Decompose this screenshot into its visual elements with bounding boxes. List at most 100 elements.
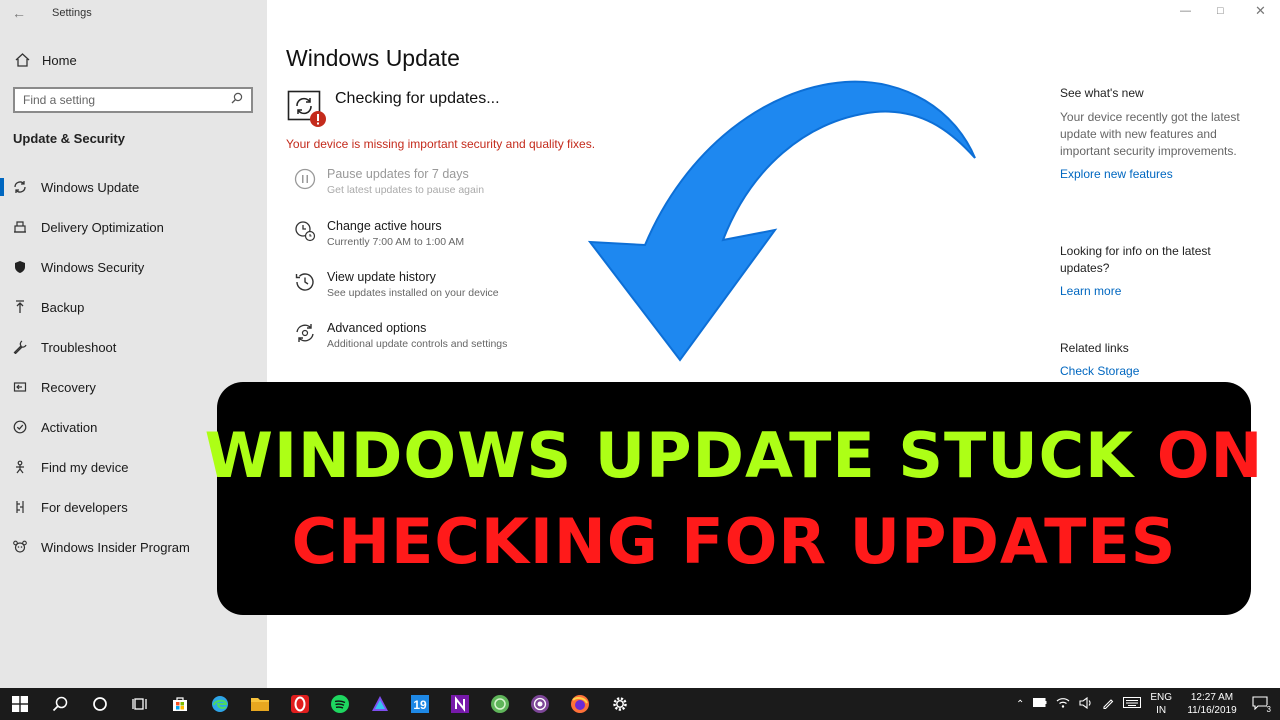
delivery-icon — [12, 219, 28, 235]
sidebar-item-windows-security[interactable]: Windows Security — [0, 247, 267, 287]
back-arrow-icon[interactable]: ← — [12, 5, 26, 21]
language-region: IN — [1156, 705, 1167, 716]
sync-icon — [12, 179, 28, 195]
clock-date: 11/16/2019 — [1187, 705, 1237, 716]
keyboard-icon[interactable] — [1123, 697, 1142, 711]
sidebar-item-label: Windows Insider Program — [41, 539, 190, 555]
windows-start-icon[interactable] — [0, 688, 40, 720]
sidebar-item-troubleshoot[interactable]: Troubleshoot — [0, 327, 267, 367]
option-subtitle: See updates installed on your device — [327, 287, 499, 299]
notification-center-icon[interactable]: 3 — [1252, 696, 1271, 714]
notification-count-badge: 3 — [1266, 705, 1271, 714]
system-tray: ⌃ ENG IN 12:27 AM 11/16/2019 3 — [1016, 688, 1280, 720]
explore-new-features-link[interactable]: Explore new features — [1060, 167, 1250, 181]
sidebar-item-delivery-optimization[interactable]: Delivery Optimization — [0, 207, 267, 247]
maximize-icon[interactable]: □ — [1217, 5, 1224, 17]
xbox-icon[interactable] — [480, 688, 520, 720]
related-links-heading: Related links — [1060, 341, 1129, 355]
language-code: ENG — [1150, 692, 1172, 703]
view-update-history-option[interactable]: View update history See updates installe… — [293, 270, 499, 301]
battery-icon[interactable] — [1033, 698, 1047, 710]
advanced-sync-icon — [293, 321, 317, 345]
sidebar-item-windows-update[interactable]: Windows Update — [0, 167, 267, 207]
pause-icon — [293, 167, 317, 191]
update-status-text: Checking for updates... — [335, 90, 500, 107]
banner-text-green: WINDOWS UPDATE STUCK — [204, 418, 1135, 492]
task-view-icon[interactable] — [120, 688, 160, 720]
update-status-icon — [287, 90, 326, 127]
related-links-section: Related links Check Storage — [1060, 340, 1250, 378]
warning-message: Your device is missing important securit… — [286, 137, 596, 151]
search-box[interactable] — [13, 87, 253, 113]
shield-icon — [12, 259, 28, 275]
chevron-up-icon[interactable]: ⌃ — [1016, 699, 1024, 710]
whats-new-section: See what's new Your device recently got … — [1060, 85, 1250, 181]
whats-new-heading: See what's new — [1060, 86, 1144, 100]
learn-more-link[interactable]: Learn more — [1060, 284, 1250, 298]
info-heading: Looking for info on the latest updates? — [1060, 244, 1211, 275]
change-active-hours-option[interactable]: Change active hours Currently 7:00 AM to… — [293, 219, 464, 250]
search-icon[interactable] — [231, 91, 243, 109]
option-subtitle: Currently 7:00 AM to 1:00 AM — [327, 236, 465, 248]
advanced-options-option[interactable]: Advanced options Additional update contr… — [293, 321, 507, 352]
sidebar-item-label: For developers — [41, 499, 128, 515]
home-icon — [14, 52, 30, 68]
option-subtitle: Get latest updates to pause again — [327, 184, 485, 196]
settings-gear-icon[interactable] — [600, 688, 640, 720]
sidebar-item-label: Windows Update — [41, 179, 140, 195]
cortana-icon[interactable] — [80, 688, 120, 720]
sidebar-item-label: Activation — [41, 419, 98, 435]
store-icon[interactable] — [160, 688, 200, 720]
home-label: Home — [42, 52, 77, 68]
firefox-icon[interactable] — [560, 688, 600, 720]
minimize-icon[interactable]: — — [1180, 5, 1191, 17]
home-link[interactable]: Home — [14, 52, 77, 68]
insider-icon — [12, 539, 28, 555]
sidebar-item-label: Find my device — [41, 459, 129, 475]
search-icon[interactable] — [40, 688, 80, 720]
edge-icon[interactable] — [200, 688, 240, 720]
onenote-icon[interactable] — [440, 688, 480, 720]
check-circle-icon — [12, 419, 28, 435]
history-icon — [293, 270, 317, 294]
developer-icon — [12, 499, 28, 515]
recovery-icon — [12, 379, 28, 395]
sidebar-item-label: Delivery Optimization — [41, 219, 164, 235]
sidebar-item-backup[interactable]: Backup — [0, 287, 267, 327]
spotify-icon[interactable] — [320, 688, 360, 720]
volume-icon[interactable] — [1079, 696, 1093, 712]
sidebar-item-label: Windows Security — [41, 259, 145, 275]
backup-icon — [12, 299, 28, 315]
title-banner: WINDOWS UPDATE STUCK ON CHECKING FOR UPD… — [205, 382, 1262, 615]
sidebar-item-label: Backup — [41, 299, 85, 315]
language-indicator[interactable]: ENG IN — [1150, 691, 1172, 717]
banner-text-red: ON — [1156, 418, 1264, 492]
option-title: Change active hours — [327, 219, 442, 233]
section-title: Update & Security — [13, 131, 125, 146]
tor-browser-icon[interactable] — [520, 688, 560, 720]
check-storage-link[interactable]: Check Storage — [1060, 364, 1250, 378]
file-explorer-icon[interactable] — [240, 688, 280, 720]
option-title: View update history — [327, 270, 436, 284]
taskbar: 19 ⌃ ENG IN 12:27 AM 11/16/2019 3 — [0, 688, 1280, 720]
search-input[interactable] — [23, 93, 213, 107]
sidebar-item-label: Recovery — [41, 379, 96, 395]
wifi-icon[interactable] — [1056, 697, 1070, 711]
pause-updates-option[interactable]: Pause updates for 7 days Get latest upda… — [293, 167, 484, 198]
app-title: Settings — [52, 7, 92, 19]
screen: ← Settings Home Update & Security Window… — [0, 0, 1280, 720]
banner-line-1: WINDOWS UPDATE STUCK ON — [204, 418, 1264, 492]
clock[interactable]: 12:27 AM 11/16/2019 — [1181, 691, 1243, 717]
close-icon[interactable]: ✕ — [1255, 3, 1266, 19]
curved-arrow-overlay — [587, 80, 976, 362]
calendar-app-icon[interactable]: 19 — [400, 688, 440, 720]
clock-icon — [293, 219, 317, 243]
affinity-icon[interactable] — [360, 688, 400, 720]
clock-time: 12:27 AM — [1190, 692, 1234, 703]
whats-new-text: Your device recently got the latest upda… — [1060, 110, 1240, 158]
calendar-day-number: 19 — [413, 698, 427, 712]
opera-icon[interactable] — [280, 688, 320, 720]
pen-icon[interactable] — [1102, 697, 1114, 712]
info-section: Looking for info on the latest updates? … — [1060, 243, 1250, 298]
page-title: Windows Update — [286, 45, 460, 71]
